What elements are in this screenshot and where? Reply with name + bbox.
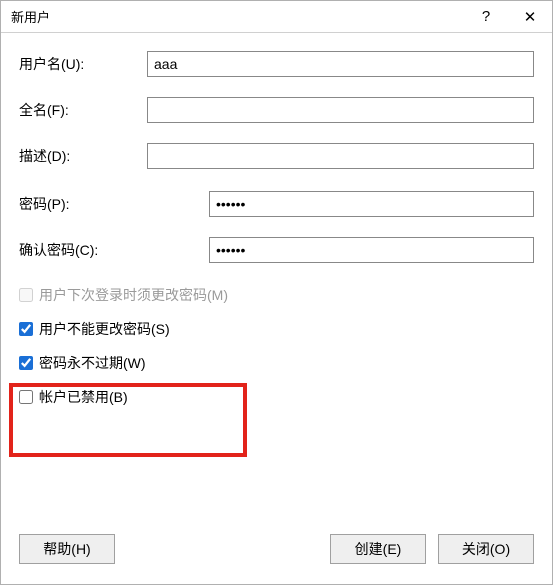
label-fullname: 全名(F): [19, 100, 147, 120]
input-description[interactable] [147, 143, 534, 169]
titlebar: 新用户 ? ✕ [1, 1, 552, 33]
help-icon[interactable]: ? [464, 1, 508, 33]
label-password: 密码(P): [19, 194, 209, 214]
label-confirm-password: 确认密码(C): [19, 240, 209, 260]
checkbox-must-change [19, 288, 33, 302]
dialog-body: 用户名(U): 全名(F): 描述(D): 密码(P): 确认密码(C): [1, 33, 552, 520]
button-bar: 帮助(H) 创建(E) 关闭(O) [1, 520, 552, 584]
checkbox-account-disabled[interactable] [19, 390, 33, 404]
check-must-change-label: 用户下次登录时须更改密码(M) [39, 285, 228, 305]
input-confirm-password[interactable] [209, 237, 534, 263]
password-section: 密码(P): 确认密码(C): [19, 191, 534, 263]
label-username: 用户名(U): [19, 54, 147, 74]
label-description: 描述(D): [19, 146, 147, 166]
row-description: 描述(D): [19, 143, 534, 169]
checkbox-never-expires[interactable] [19, 356, 33, 370]
check-account-disabled[interactable]: 帐户已禁用(B) [19, 387, 534, 407]
close-button[interactable]: 关闭(O) [438, 534, 534, 564]
input-username[interactable] [147, 51, 534, 77]
row-password: 密码(P): [19, 191, 534, 217]
check-never-expires-label: 密码永不过期(W) [39, 353, 146, 373]
input-fullname[interactable] [147, 97, 534, 123]
check-cannot-change[interactable]: 用户不能更改密码(S) [19, 319, 534, 339]
dialog-title: 新用户 [11, 7, 464, 26]
close-icon[interactable]: ✕ [508, 1, 552, 33]
row-confirm-password: 确认密码(C): [19, 237, 534, 263]
row-username: 用户名(U): [19, 51, 534, 77]
check-cannot-change-label: 用户不能更改密码(S) [39, 319, 170, 339]
checkbox-cannot-change[interactable] [19, 322, 33, 336]
create-button[interactable]: 创建(E) [330, 534, 426, 564]
help-button[interactable]: 帮助(H) [19, 534, 115, 564]
new-user-dialog: 新用户 ? ✕ 用户名(U): 全名(F): 描述(D): 密码(P): 确认密… [0, 0, 553, 585]
check-account-disabled-label: 帐户已禁用(B) [39, 387, 128, 407]
check-must-change: 用户下次登录时须更改密码(M) [19, 285, 534, 305]
input-password[interactable] [209, 191, 534, 217]
check-never-expires[interactable]: 密码永不过期(W) [19, 353, 534, 373]
checkbox-group: 用户下次登录时须更改密码(M) 用户不能更改密码(S) 密码永不过期(W) 帐户… [19, 285, 534, 407]
row-fullname: 全名(F): [19, 97, 534, 123]
